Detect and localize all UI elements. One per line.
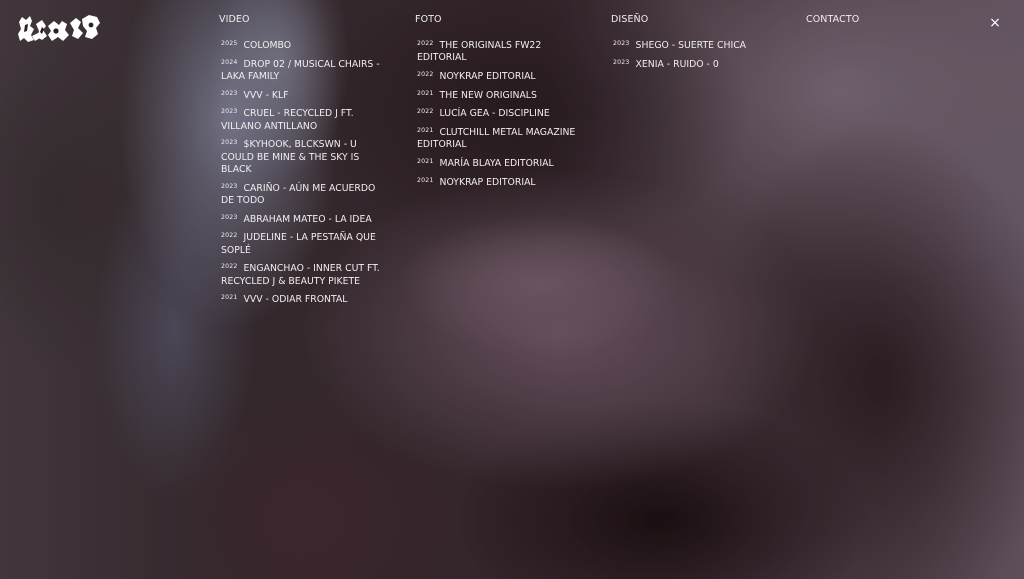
item-title: ENGANCHAO - INNER CUT ft. RECYCLED J & B… bbox=[221, 263, 380, 287]
item-title: SHEGO - SUERTE CHICA bbox=[635, 40, 747, 51]
item-title: VVV - ODIAR FRONTAL bbox=[243, 294, 348, 306]
video-item[interactable]: 2023 $KYHOOK, BLCKSWN - U COULD BE MINE &… bbox=[221, 137, 389, 176]
diseno-list: 2023 SHEGO - SUERTE CHICA 2023 XENIA - RUI… bbox=[611, 38, 781, 71]
item-title: DROP 02 / MUSICAL CHAIRS - LAKA FAMILY bbox=[221, 58, 380, 82]
nav-contacto[interactable]: CONTACTO bbox=[806, 14, 926, 26]
item-title: THE ORIGINALS FW22 EDITORIAL bbox=[417, 40, 542, 64]
video-list: 2025 COLOMBO 2024 DROP 02 / MUSICAL CHAIRS… bbox=[219, 38, 389, 307]
nav-video[interactable]: VIDEO bbox=[219, 14, 389, 26]
foto-item[interactable]: 2022 LUCÍA GEA - DISCIPLINE bbox=[417, 106, 587, 120]
item-title: CRUEL - RECYCLED J ft. VILLANO ANTILLANO bbox=[221, 108, 354, 132]
item-title: ABRAHAM MATEO - LA IDEA bbox=[243, 213, 372, 225]
item-title: XENIA - RUIDO - 0 bbox=[635, 58, 719, 70]
item-year: 2021 bbox=[417, 176, 434, 184]
item-title: NOYKRAP EDITORIAL bbox=[439, 70, 536, 82]
item-year: 2022 bbox=[221, 263, 238, 271]
item-title: LUCÍA GEA - DISCIPLINE bbox=[439, 108, 550, 120]
item-title: CARIÑO - AÚN ME ACUERDO DE TODO bbox=[221, 182, 376, 206]
item-year: 2021 bbox=[221, 294, 238, 302]
item-title: COLOMBO bbox=[243, 40, 292, 51]
item-year: 2022 bbox=[417, 70, 434, 78]
item-year: 2023 bbox=[221, 139, 238, 147]
item-title: VVV - KLF bbox=[243, 89, 289, 101]
video-item[interactable]: 2023 CRUEL - RECYCLED J ft. VILLANO ANTIL… bbox=[221, 106, 389, 133]
item-title: MARÍA BLAYA EDITORIAL bbox=[439, 158, 554, 170]
item-title: THE NEW ORIGINALS bbox=[439, 89, 537, 101]
item-year: 2023 bbox=[221, 182, 238, 190]
video-item[interactable]: 2025 COLOMBO bbox=[221, 38, 389, 52]
item-year: 2024 bbox=[221, 58, 238, 66]
item-year: 2025 bbox=[221, 40, 238, 47]
item-year: 2023 bbox=[221, 89, 238, 97]
nav-diseno[interactable]: DISEÑO bbox=[611, 14, 781, 26]
item-year: 2023 bbox=[221, 108, 238, 116]
item-title: JUDELINE - LA PESTAÑA QUE SOPLÉ bbox=[221, 232, 376, 256]
foto-item[interactable]: 2022 NOYKRAP EDITORIAL bbox=[417, 69, 587, 83]
diseno-column: DISEÑO 2023 SHEGO - SUERTE CHICA 2023 XENI… bbox=[611, 14, 781, 75]
item-year: 2023 bbox=[613, 58, 630, 66]
video-item[interactable]: 2024 DROP 02 / MUSICAL CHAIRS - LAKA FAMI… bbox=[221, 57, 389, 84]
item-year: 2021 bbox=[417, 158, 434, 166]
video-item[interactable]: 2023 CARIÑO - AÚN ME ACUERDO DE TODO bbox=[221, 181, 389, 208]
foto-item[interactable]: 2022 THE ORIGINALS FW22 EDITORIAL bbox=[417, 38, 587, 65]
foto-item[interactable]: 2021 NOYKRAP EDITORIAL bbox=[417, 175, 587, 189]
video-item[interactable]: 2022 ENGANCHAO - INNER CUT ft. RECYCLED J… bbox=[221, 261, 389, 288]
item-year: 2022 bbox=[221, 232, 238, 240]
video-column: VIDEO 2025 COLOMBO 2024 DROP 02 / MUSICAL … bbox=[219, 14, 389, 311]
item-year: 2023 bbox=[613, 40, 630, 47]
item-title: $KYHOOK, BLCKSWN - U COULD BE MINE & THE… bbox=[221, 139, 360, 175]
item-title: CLUTCHILL METAL MAGAZINE EDITORIAL bbox=[417, 127, 576, 151]
foto-item[interactable]: 2021 CLUTCHILL METAL MAGAZINE EDITORIAL bbox=[417, 125, 587, 152]
graffiti-logo-icon bbox=[18, 15, 100, 42]
item-title: NOYKRAP EDITORIAL bbox=[439, 176, 536, 188]
foto-column: FOTO 2022 THE ORIGINALS FW22 EDITORIAL 20… bbox=[415, 14, 587, 193]
foto-item[interactable]: 2021 MARÍA BLAYA EDITORIAL bbox=[417, 156, 587, 170]
nav-foto[interactable]: FOTO bbox=[415, 14, 587, 26]
close-icon[interactable]: × bbox=[989, 16, 1001, 30]
video-item[interactable]: 2022 JUDELINE - LA PESTAÑA QUE SOPLÉ bbox=[221, 230, 389, 257]
item-year: 2022 bbox=[417, 40, 434, 47]
site-logo[interactable] bbox=[18, 13, 100, 45]
item-year: 2023 bbox=[221, 213, 238, 221]
item-year: 2021 bbox=[417, 89, 434, 97]
item-year: 2021 bbox=[417, 127, 434, 135]
diseno-item[interactable]: 2023 XENIA - RUIDO - 0 bbox=[613, 57, 781, 71]
diseno-item[interactable]: 2023 SHEGO - SUERTE CHICA bbox=[613, 38, 781, 52]
video-item[interactable]: 2023 ABRAHAM MATEO - LA IDEA bbox=[221, 212, 389, 226]
contacto-column: CONTACTO bbox=[806, 14, 926, 38]
foto-list: 2022 THE ORIGINALS FW22 EDITORIAL 2022 NOY… bbox=[415, 38, 587, 189]
video-item[interactable]: 2021 VVV - ODIAR FRONTAL bbox=[221, 292, 389, 306]
foto-item[interactable]: 2021 THE NEW ORIGINALS bbox=[417, 88, 587, 102]
item-year: 2022 bbox=[417, 108, 434, 116]
video-item[interactable]: 2023 VVV - KLF bbox=[221, 88, 389, 102]
